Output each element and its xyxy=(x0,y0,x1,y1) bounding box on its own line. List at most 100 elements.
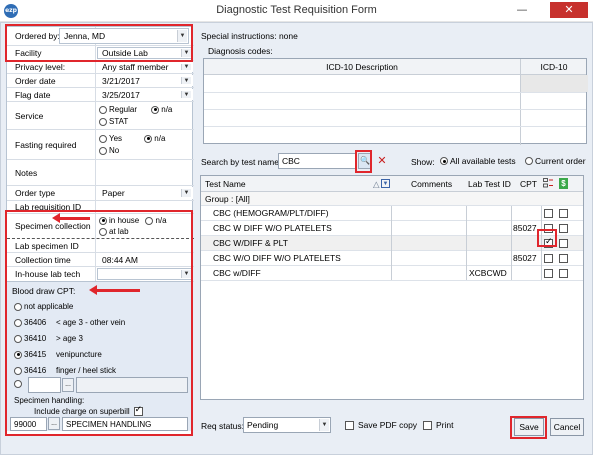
radio-icon xyxy=(99,117,107,126)
bill-test-checkbox[interactable] xyxy=(559,254,568,263)
order-date-value: 3/21/2017 xyxy=(102,75,140,86)
blood-draw-code: 36410 xyxy=(24,334,47,343)
specimen-na-radio[interactable]: n/a xyxy=(145,216,167,225)
bill-test-checkbox[interactable] xyxy=(559,224,568,233)
handling-lookup-button[interactable]: ... xyxy=(48,417,60,430)
show-label: Show: xyxy=(411,157,435,167)
blood-draw-custom-option[interactable] xyxy=(14,380,24,388)
flag-date-value: 3/25/2017 xyxy=(102,89,140,100)
test-name-header[interactable]: Test Name xyxy=(205,179,246,189)
save-button[interactable]: Save xyxy=(514,418,544,436)
radio-icon xyxy=(525,157,533,165)
bill-test-checkbox[interactable] xyxy=(559,269,568,278)
fasting-yes-radio[interactable]: Yes xyxy=(99,134,122,143)
table-row[interactable]: CBC W/O DIFF W/O PLATELETS 85027 xyxy=(201,251,583,266)
select-test-checkbox[interactable] xyxy=(544,209,553,218)
blood-draw-code: 36406 xyxy=(24,318,47,327)
bill-test-checkbox[interactable] xyxy=(559,239,568,248)
service-regular-radio[interactable]: Regular xyxy=(99,105,137,114)
chevron-down-icon: ▼ xyxy=(181,64,191,70)
handling-desc: SPECIMEN HANDLING xyxy=(62,417,188,431)
notes-label: Notes xyxy=(15,167,38,178)
lab-req-field[interactable] xyxy=(97,201,193,213)
diagnosis-table[interactable]: ICD-10 Description ICD-10 xyxy=(203,58,588,145)
specimen-inhouse-radio[interactable]: in house xyxy=(99,216,139,225)
chevron-down-icon: ▼ xyxy=(181,189,191,197)
select-test-checkbox-checked[interactable] xyxy=(544,237,553,248)
radio-icon xyxy=(99,146,107,155)
custom-cpt-lookup-button[interactable]: ... xyxy=(62,378,74,392)
blood-draw-desc: > age 3 xyxy=(56,334,83,343)
order-date-row: Order date 3/21/2017 ▼ xyxy=(7,74,194,88)
table-row[interactable]: CBC W DIFF W/O PLATELETS 85027 xyxy=(201,221,583,236)
fasting-no-radio[interactable]: No xyxy=(99,146,165,155)
table-row[interactable]: CBC w/DIFF XCBCWD xyxy=(201,266,583,281)
blood-draw-desc: finger / heel stick xyxy=(56,366,117,375)
select-test-checkbox[interactable] xyxy=(544,269,553,278)
privacy-select[interactable]: Any staff member ▼ xyxy=(97,62,193,72)
search-input[interactable]: CBC xyxy=(278,153,356,169)
show-all-radio[interactable]: All available tests xyxy=(440,156,516,166)
order-type-value: Paper xyxy=(102,188,125,198)
table-row[interactable]: CBC (HEMOGRAM/PLT/DIFF) xyxy=(201,206,583,221)
flag-date-field[interactable]: 3/25/2017 ▼ xyxy=(97,89,193,100)
test-name-cell: CBC W/O DIFF W/O PLATELETS xyxy=(213,253,341,263)
radio-selected-icon xyxy=(440,157,448,165)
action-bar: Req status: Pending ▼ Save PDF copy Prin… xyxy=(200,416,590,438)
blood-draw-option[interactable]: 36415 venipuncture xyxy=(14,350,102,359)
blood-draw-option[interactable]: 36406 < age 3 - other vein xyxy=(14,318,125,327)
privacy-row: Privacy level: Any staff member ▼ xyxy=(7,61,194,74)
blood-draw-option[interactable]: 36410 > age 3 xyxy=(14,334,83,343)
table-row[interactable]: CBC W/DIFF & PLT xyxy=(201,236,583,251)
collection-time-field[interactable]: 08:44 AM xyxy=(97,254,193,265)
clear-search-icon[interactable]: ✕ xyxy=(375,153,389,169)
ordered-by-select[interactable]: Jenna, MD ▼ xyxy=(59,28,189,44)
select-test-checkbox[interactable] xyxy=(544,254,553,263)
order-type-select[interactable]: Paper ▼ xyxy=(97,187,193,199)
service-stat-radio[interactable]: STAT xyxy=(99,117,172,126)
service-na-radio[interactable]: n/a xyxy=(151,105,172,114)
close-icon[interactable]: ✕ xyxy=(550,2,588,18)
inhouse-tech-label: In-house lab tech xyxy=(15,269,81,279)
ordered-by-row: Ordered by: Jenna, MD ▼ xyxy=(7,27,194,46)
specimen-atlab-radio[interactable]: at lab xyxy=(99,227,167,236)
test-results-table[interactable]: Test Name △ ▼ Comments Lab Test ID CPT $… xyxy=(200,175,584,400)
search-icon[interactable]: 🔍 xyxy=(358,153,372,169)
print-checkbox[interactable]: Print xyxy=(423,420,453,430)
checkbox-checked-icon xyxy=(133,405,143,416)
lab-test-id-header: Lab Test ID xyxy=(468,179,511,189)
handling-code-input[interactable]: 99000 xyxy=(10,417,47,431)
radio-icon xyxy=(14,334,22,343)
sort-icon[interactable]: △ xyxy=(373,179,380,190)
window-title: Diagnostic Test Requisition Form xyxy=(216,4,377,16)
notes-field[interactable] xyxy=(97,160,193,185)
select-test-checkbox[interactable] xyxy=(544,224,553,233)
fasting-label: Fasting required xyxy=(15,139,77,150)
checkbox-icon xyxy=(423,420,432,430)
bill-test-checkbox[interactable] xyxy=(559,209,568,218)
order-date-field[interactable]: 3/21/2017 ▼ xyxy=(97,75,193,86)
lab-specimen-row: Lab specimen ID xyxy=(7,239,194,253)
inhouse-tech-select[interactable]: ▼ xyxy=(97,268,193,280)
facility-select[interactable]: Outside Lab ▼ xyxy=(97,47,193,59)
inhouse-tech-row: In-house lab tech ▼ xyxy=(7,267,194,282)
include-charge-checkbox[interactable]: Include charge on superbill xyxy=(34,405,143,416)
blood-draw-option[interactable]: not applicable xyxy=(14,302,73,311)
req-status-select[interactable]: Pending ▼ xyxy=(243,417,331,433)
show-current-radio[interactable]: Current order xyxy=(525,156,586,166)
minimize-icon[interactable]: — xyxy=(510,2,534,18)
save-pdf-checkbox[interactable]: Save PDF copy xyxy=(345,420,417,430)
blood-draw-code: not applicable xyxy=(24,302,74,311)
specimen-handling-label: Specimen handling: xyxy=(14,396,85,405)
group-label: Group : [All] xyxy=(205,194,250,204)
billing-column-icon: $ xyxy=(559,178,568,189)
cancel-button[interactable]: Cancel xyxy=(550,418,584,436)
blood-draw-option[interactable]: 36416 finger / heel stick xyxy=(14,366,116,375)
blood-draw-desc: < age 3 - other vein xyxy=(56,318,126,327)
filter-icon[interactable]: ▼ xyxy=(381,179,390,188)
cpt-cell: 85027 xyxy=(513,253,537,263)
fasting-na-radio[interactable]: n/a xyxy=(144,134,165,143)
custom-cpt-input[interactable] xyxy=(28,377,61,393)
lab-specimen-field[interactable] xyxy=(97,239,193,252)
fasting-radio-group: Yes n/a No xyxy=(99,134,165,155)
